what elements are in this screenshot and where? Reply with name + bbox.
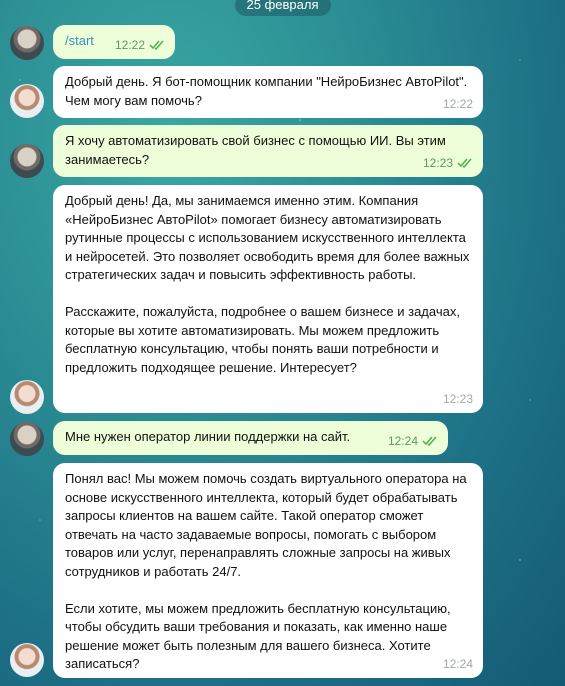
message-time: 12:22 (114, 37, 145, 52)
user-avatar[interactable] (10, 422, 44, 456)
user-avatar[interactable] (10, 26, 44, 60)
date-separator: 25 февраля (234, 0, 331, 16)
message-bubble-incoming[interactable]: Понял вас! Мы можем помочь создать вирту… (53, 463, 483, 678)
double-check-icon (457, 158, 472, 168)
bot-avatar[interactable] (10, 84, 44, 118)
message-bubble-outgoing[interactable]: Мне нужен оператор линии поддержки на са… (53, 421, 448, 455)
message-time: 12:24 (387, 433, 418, 448)
double-check-icon (422, 436, 437, 446)
bot-avatar[interactable] (10, 643, 44, 677)
message-meta: 12:24 (443, 655, 473, 674)
message-bubble-outgoing[interactable]: /start 12:22 (53, 25, 175, 59)
user-avatar[interactable] (10, 144, 44, 178)
message-meta: 12:22 (443, 95, 473, 114)
message-bubble-incoming[interactable]: Добрый день! Да, мы занимаемся именно эт… (53, 185, 483, 413)
double-check-icon (149, 40, 164, 50)
message-meta: 12:23 (443, 390, 473, 409)
message-bubble-outgoing[interactable]: Я хочу автоматизировать свой бизнес с по… (53, 125, 483, 177)
message-meta: 12:24 (388, 432, 438, 451)
message-time: 12:23 (442, 391, 473, 406)
message-meta: 12:22 (115, 36, 165, 55)
message-text: Мне нужен оператор линии поддержки на са… (65, 429, 351, 444)
message-meta: 12:23 (423, 154, 473, 173)
message-time: 12:23 (422, 155, 453, 170)
message-text: Добрый день. Я бот-помощник компании "Не… (65, 74, 471, 108)
message-time: 12:24 (442, 656, 473, 671)
message-time: 12:22 (442, 96, 473, 111)
bot-avatar[interactable] (10, 380, 44, 414)
message-text: Добрый день! Да, мы занимаемся именно эт… (65, 193, 470, 375)
message-text: Я хочу автоматизировать свой бизнес с по… (65, 133, 450, 167)
message-text: Понял вас! Мы можем помочь создать вирту… (65, 471, 467, 671)
message-bubble-incoming[interactable]: Добрый день. Я бот-помощник компании "Не… (53, 66, 483, 118)
